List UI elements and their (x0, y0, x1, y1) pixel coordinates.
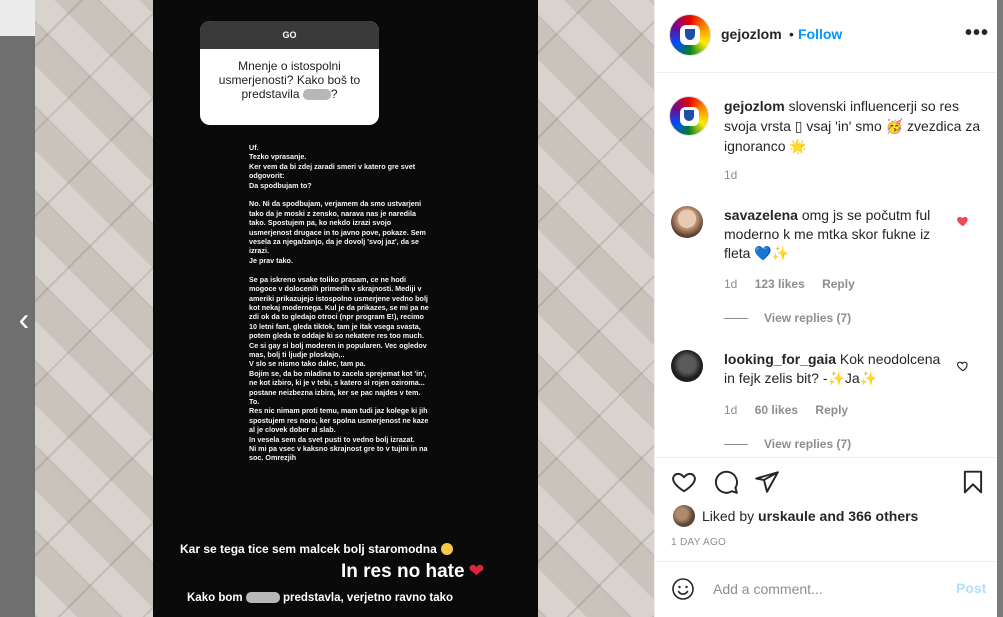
replies-line (724, 444, 748, 446)
caption-author-avatar[interactable] (669, 96, 709, 136)
comment-time[interactable]: 1d (724, 277, 737, 291)
story-caption-2-text: In res no hate (341, 561, 465, 582)
author-avatar[interactable] (669, 14, 711, 56)
liker-avatar[interactable] (673, 505, 695, 527)
actions-divider (655, 457, 997, 458)
story-caption-1: Kar se tega tice sem malcek bolj staromo… (180, 542, 453, 556)
question-sticker: GO Mnenje o istospolni usmerjenosti? Kak… (200, 21, 379, 125)
separator-dot: • (789, 26, 794, 42)
author-username[interactable]: gejozlom (721, 26, 782, 42)
story-caption-1-text: Kar se tega tice sem malcek bolj staromo… (180, 542, 437, 556)
story-caption-3a: Kako bom (187, 592, 243, 604)
replies-line (724, 318, 748, 320)
post-media[interactable]: GO Mnenje o istospolni usmerjenosti? Kak… (35, 0, 654, 617)
comment-bubble-icon[interactable] (713, 469, 739, 495)
question-header: GO (200, 21, 379, 49)
story-caption-3: Kako bom predstavla, verjetno ravno tako (187, 592, 453, 604)
comment-likes[interactable]: 123 likes (755, 277, 805, 291)
liked-by-others[interactable]: and 366 others (820, 508, 919, 524)
caption-timestamp[interactable]: 1d (724, 168, 737, 182)
reply-button[interactable]: Reply (822, 277, 855, 291)
comment-username[interactable]: looking_for_gaia (724, 351, 836, 367)
like-heart-icon[interactable] (671, 469, 697, 495)
story-caption-3b: predstavla, verjetno ravno tako (283, 592, 454, 604)
comment-liked-heart-icon[interactable] (956, 214, 970, 228)
liked-by-user[interactable]: urskaule (758, 508, 816, 524)
add-comment-input[interactable] (713, 578, 943, 600)
question-text: Mnenje o istospolni usmerjenosti? Kako b… (200, 49, 379, 101)
save-bookmark-icon[interactable] (960, 469, 986, 495)
question-line-1: Mnenje o istospolni (238, 59, 341, 73)
caption-username[interactable]: gejozlom (724, 98, 785, 114)
post-caption: gejozlom slovenski influencerji so res s… (724, 96, 986, 156)
view-replies-button[interactable]: View replies (7) (724, 311, 851, 325)
comment-text-block: looking_for_gaia Kok neodolcena in fejk … (724, 350, 949, 388)
comment-time[interactable]: 1d (724, 403, 737, 417)
commenter-avatar[interactable] (671, 206, 703, 238)
comment-meta: 1d 60 likes Reply (724, 403, 862, 417)
post-details-panel: gejozlom • Follow ••• gejozlom slovenski… (654, 0, 997, 617)
question-line-3a: predstavila (241, 87, 300, 101)
share-paper-plane-icon[interactable] (754, 469, 780, 495)
reply-button[interactable]: Reply (815, 403, 848, 417)
view-replies-label: View replies (7) (764, 311, 852, 325)
smile-emoji-icon (440, 543, 453, 555)
comment-meta: 1d 123 likes Reply (724, 277, 869, 291)
backdrop-edge (996, 0, 1003, 617)
blurred-name-2 (245, 592, 280, 604)
follow-button[interactable]: Follow (798, 26, 842, 42)
view-replies-button[interactable]: View replies (7) (724, 437, 851, 451)
liked-by-prefix: Liked by (702, 508, 755, 524)
story-caption-2: In res no hate ❤ (341, 560, 484, 583)
red-heart-emoji-icon: ❤ (468, 561, 485, 582)
post-date[interactable]: 1 DAY AGO (671, 537, 726, 548)
question-line-3b: ? (330, 87, 338, 101)
commenter-avatar[interactable] (671, 350, 703, 382)
previous-post-chevron-icon[interactable]: ‹ (12, 300, 36, 338)
comment-divider (655, 561, 997, 562)
header-divider (655, 72, 997, 73)
comment-text-block: savazelena omg js se počutm ful moderno … (724, 206, 949, 263)
more-options-icon[interactable]: ••• (965, 22, 989, 45)
comment-likes[interactable]: 60 likes (755, 403, 798, 417)
post-comment-button[interactable]: Post (956, 580, 986, 596)
story-screenshot: GO Mnenje o istospolni usmerjenosti? Kak… (153, 0, 538, 617)
liked-by-summary: Liked by urskaule and 366 others (702, 508, 918, 524)
comment-username[interactable]: savazelena (724, 207, 798, 223)
comment-like-heart-icon[interactable] (956, 359, 970, 373)
blurred-name (302, 89, 331, 101)
emoji-smiley-icon[interactable] (671, 577, 695, 601)
view-replies-label: View replies (7) (764, 437, 852, 451)
question-line-2: usmerjenosti? Kako boš to (218, 73, 361, 87)
story-answer-text: Uf. Tezko vprasanje. Ker vem da bi zdej … (249, 143, 429, 463)
